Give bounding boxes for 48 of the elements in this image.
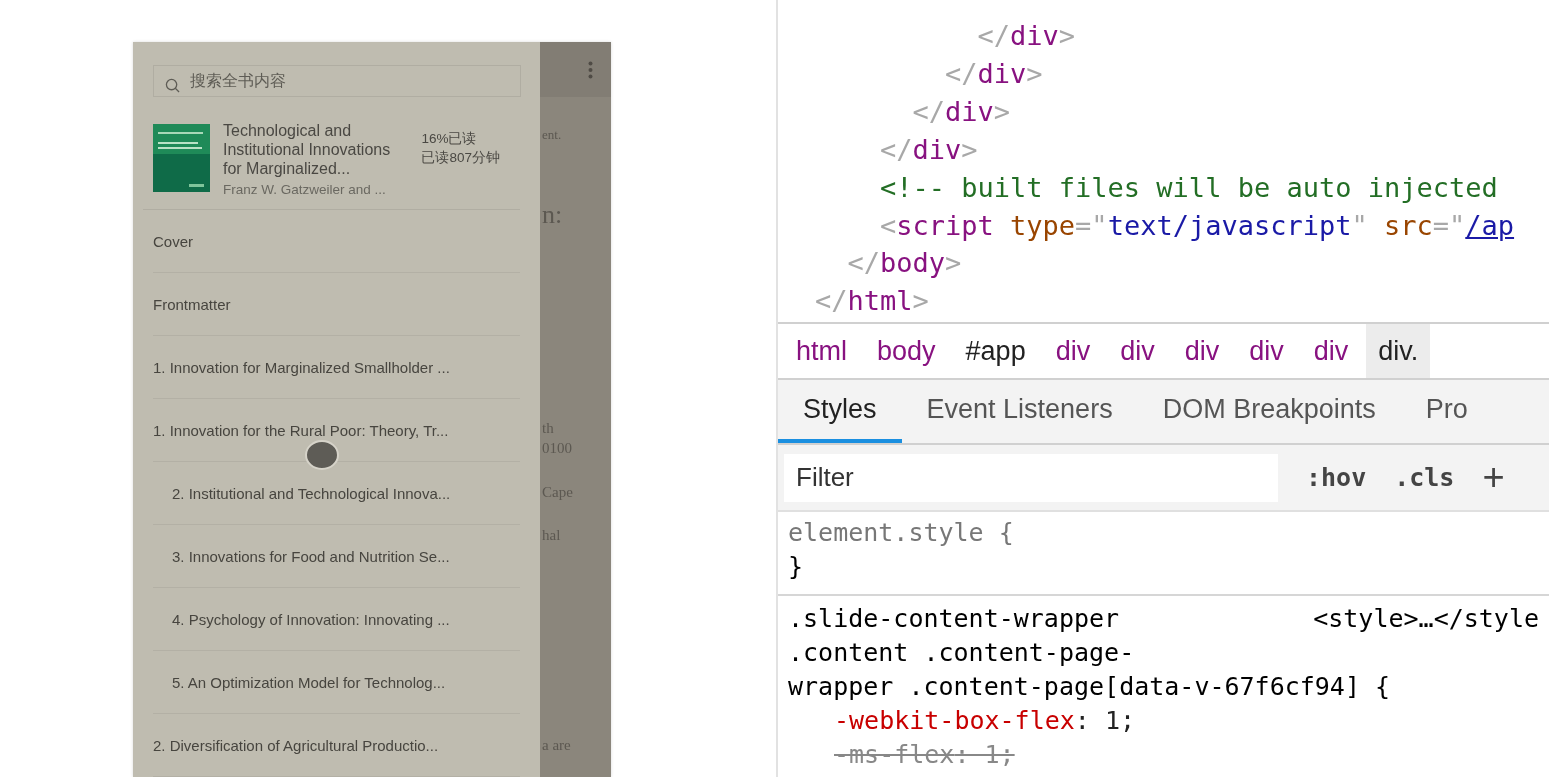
- code-line: </html>: [815, 284, 929, 319]
- code-line: </div>: [879, 132, 978, 167]
- css-declaration: -webkit-box-flex: 1;: [833, 705, 1136, 737]
- code-line: </body>: [846, 246, 962, 281]
- hover-state-toggle[interactable]: :hov: [1306, 463, 1367, 492]
- book-cover: [153, 124, 210, 192]
- tab[interactable]: DOM Breakpoints: [1137, 380, 1401, 443]
- element-style-selector: element.style {: [788, 517, 1014, 549]
- read-time: 已读807分钟: [421, 149, 500, 167]
- css-selector: wrapper .content-page[data-v-67f6cf94] {: [788, 671, 1391, 703]
- percent-read-text: 16%已读: [421, 130, 478, 148]
- code-line: <script type="text/javascript" src="/ap: [879, 208, 1515, 243]
- toc-item[interactable]: 4. Psychology of Innovation: Innovating ...: [153, 588, 520, 651]
- breadcrumb[interactable]: #app: [953, 324, 1038, 378]
- code-line: </div>: [976, 19, 1076, 53]
- touch-indicator: [305, 440, 339, 470]
- search-field[interactable]: 搜索全书内容: [153, 65, 521, 97]
- book-author: Franz W. Gatzweiler and ...: [223, 182, 387, 197]
- toc-item[interactable]: 1. Innovation for Marginalized Smallholder ...: [153, 336, 520, 399]
- toc-item[interactable]: Cover: [153, 210, 520, 273]
- breadcrumb[interactable]: div: [1237, 324, 1296, 378]
- tab[interactable]: Pro: [1400, 380, 1493, 443]
- breadcrumb[interactable]: body: [865, 324, 948, 378]
- breadcrumb[interactable]: div: [1043, 324, 1103, 378]
- breadcrumb[interactable]: div: [1172, 324, 1232, 378]
- css-declaration: -ms-flex: 1;: [833, 739, 1015, 771]
- tab[interactable]: Event Listeners: [901, 380, 1138, 443]
- book-title: Technological and Institutional Innovations for Marginalized...: [223, 121, 392, 178]
- search-icon: [165, 78, 180, 93]
- code-line: </div>: [944, 56, 1043, 91]
- code-line: </div>: [911, 94, 1011, 129]
- css-selector: .content .content-page-: [788, 637, 1135, 669]
- class-toggle[interactable]: .cls: [1394, 463, 1455, 492]
- toc-item[interactable]: 3. Innovations for Food and Nutrition Se...: [153, 525, 520, 588]
- style-source-link[interactable]: <style>…</style: [1313, 602, 1539, 636]
- filter-field[interactable]: Filter: [784, 453, 1278, 502]
- breadcrumb[interactable]: div: [1108, 324, 1167, 378]
- toc-item[interactable]: 2. Diversification of Agricultural Productio...: [153, 714, 520, 777]
- code-line: <!-- built files will be auto injected: [879, 170, 1498, 205]
- closing-brace: }: [788, 551, 804, 583]
- more-icon: [588, 60, 593, 79]
- breadcrumb[interactable]: html: [784, 324, 859, 378]
- toc-item[interactable]: Frontmatter: [153, 273, 520, 336]
- breadcrumb[interactable]: div: [1301, 324, 1361, 378]
- breadcrumb[interactable]: div.: [1366, 324, 1431, 378]
- toc-item[interactable]: 5. An Optimization Model for Technolog...: [153, 651, 520, 714]
- add-rule-button[interactable]: +: [1482, 456, 1505, 499]
- css-selector: .slide-content-wrapper: [788, 603, 1120, 635]
